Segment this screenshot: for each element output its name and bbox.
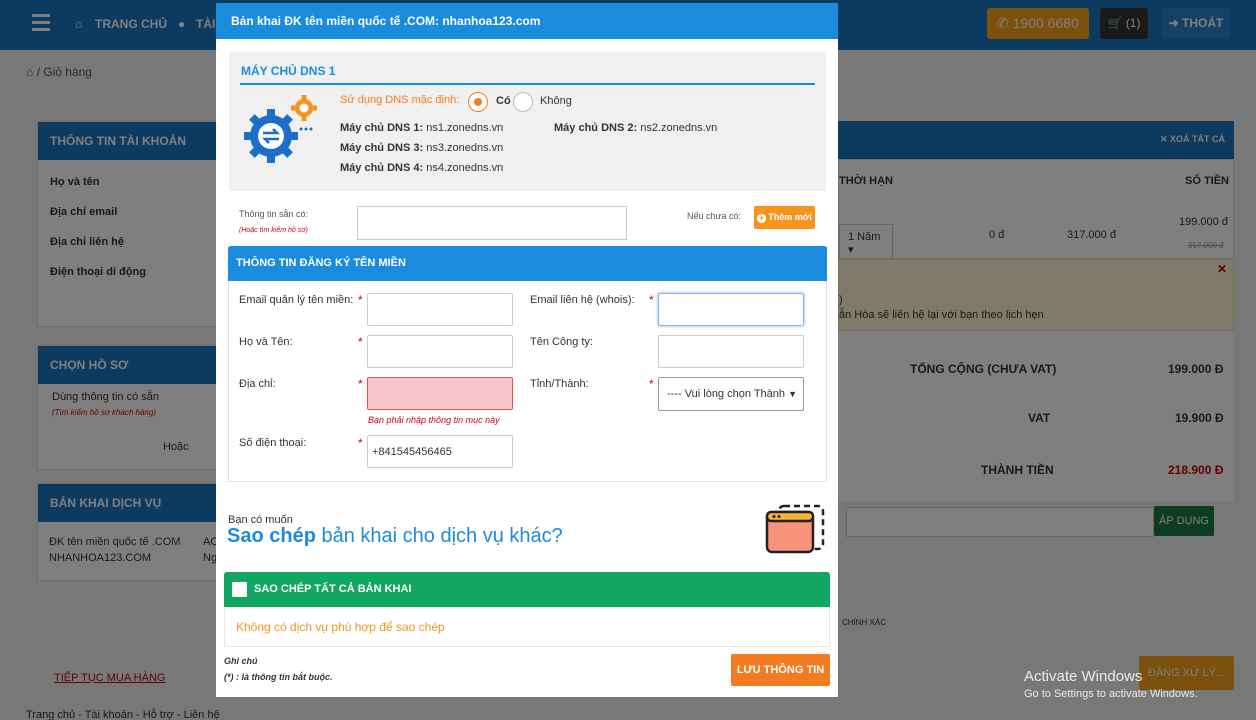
required-mark: *: [358, 293, 363, 307]
email-contact-label: Email liên hệ (whois):: [530, 294, 635, 306]
dns1-value: ns1.zonedns.vn: [426, 122, 504, 134]
dns-section: MÁY CHỦ DNS 1 Sử dụng DNS mặc định: Có K…: [229, 52, 826, 191]
dns-section-title: MÁY CHỦ DNS 1: [241, 64, 336, 78]
dns-default-no-label[interactable]: Không: [540, 95, 572, 107]
dns2-value: ns2.zonedns.vn: [640, 122, 718, 134]
dns4-line: Máy chủ DNS 4: ns4.zonedns.vn: [340, 162, 503, 174]
windows-activation-title: Activate Windows: [1024, 668, 1143, 685]
dns-divider: [240, 83, 815, 85]
available-info-hint: (Hoặc tìm kiếm hồ sơ): [239, 227, 308, 234]
required-mark: *: [358, 335, 363, 349]
email-manage-input[interactable]: [367, 293, 513, 326]
fullname-input[interactable]: [367, 335, 513, 368]
copy-question-bold: Sao chép: [227, 525, 316, 547]
dns3-line: Máy chủ DNS 3: ns3.zonedns.vn: [340, 142, 503, 154]
dns3-label: Máy chủ DNS 3:: [340, 142, 424, 154]
province-label: Tỉnh/Thành:: [530, 378, 589, 390]
add-new-button[interactable]: + Thêm mới: [754, 206, 815, 229]
address-label: Địa chỉ:: [239, 378, 276, 390]
phone-label: Số điện thoại:: [239, 437, 307, 449]
email-contact-input[interactable]: [658, 293, 804, 326]
add-new-label: Thêm mới: [768, 212, 812, 222]
required-mark: *: [649, 377, 654, 391]
dns4-value: ns4.zonedns.vn: [426, 162, 504, 174]
available-info-input[interactable]: [357, 206, 627, 240]
email-manage-label: Email quản lý tên miền:: [239, 294, 354, 306]
windows-activation-watermark: Activate Windows Go to Settings to activ…: [1024, 668, 1198, 700]
dns-gear-icon: [244, 95, 317, 163]
company-input[interactable]: [658, 335, 804, 368]
copy-all-checkbox[interactable]: [232, 582, 247, 597]
note-title: Ghi chú: [224, 656, 258, 666]
copy-question: Sao chép bản khai cho dịch vụ khác?: [227, 525, 563, 548]
phone-input[interactable]: +841545456465: [367, 435, 513, 468]
dns1-label: Máy chủ DNS 1:: [340, 122, 424, 134]
if-none-label: Nếu chưa có:: [687, 211, 742, 221]
dns-default-no-radio[interactable]: [513, 92, 533, 112]
available-info-label: Thông tin sẵn có:: [239, 209, 309, 219]
copy-question-rest: bản khai cho dịch vụ khác?: [321, 525, 563, 547]
required-mark: *: [358, 377, 363, 391]
required-mark: *: [649, 293, 654, 307]
save-button[interactable]: LƯU THÔNG TIN: [731, 654, 830, 686]
note-text: (*) : là thông tin bắt buộc.: [224, 672, 333, 682]
dns3-value: ns3.zonedns.vn: [426, 142, 504, 154]
province-select[interactable]: ---- Vui lòng chọn Thành ▼: [658, 377, 804, 411]
dns-default-yes-radio[interactable]: [468, 92, 488, 112]
registration-title: THÔNG TIN ĐĂNG KÝ TÊN MIỀN: [228, 246, 827, 281]
company-label: Tên Công ty:: [530, 336, 593, 348]
dns2-line: Máy chủ DNS 2: ns2.zonedns.vn: [554, 122, 717, 134]
required-mark: *: [358, 436, 363, 450]
domain-declaration-modal: Bản khai ĐK tên miền quốc tế .COM: nhanh…: [216, 3, 838, 697]
copy-icon: [765, 504, 825, 554]
copy-all-toggle[interactable]: SAO CHÉP TẤT CẢ BẢN KHAI: [224, 572, 830, 607]
province-selected: ---- Vui lòng chọn Thành: [667, 388, 786, 400]
use-default-dns-label: Sử dụng DNS mặc định:: [340, 94, 460, 106]
dns-default-yes-label[interactable]: Có: [496, 95, 511, 107]
copy-all-label: SAO CHÉP TẤT CẢ BẢN KHAI: [254, 583, 412, 595]
copy-empty-message: Không có dịch vụ phù hợp để sao chép: [224, 607, 830, 647]
windows-activation-subtitle: Go to Settings to activate Windows.: [1024, 688, 1198, 700]
dns1-line: Máy chủ DNS 1: ns1.zonedns.vn: [340, 122, 503, 134]
dns2-label: Máy chủ DNS 2:: [554, 122, 638, 134]
fullname-label: Họ và Tên:: [239, 336, 293, 348]
address-error: Bạn phải nhập thông tin mục này: [368, 415, 500, 425]
plus-icon: +: [757, 213, 767, 223]
modal-title: Bản khai ĐK tên miền quốc tế .COM: nhanh…: [216, 3, 838, 39]
chevron-down-icon: ▼: [788, 389, 797, 399]
dns4-label: Máy chủ DNS 4:: [340, 162, 424, 174]
address-input[interactable]: [367, 377, 513, 410]
